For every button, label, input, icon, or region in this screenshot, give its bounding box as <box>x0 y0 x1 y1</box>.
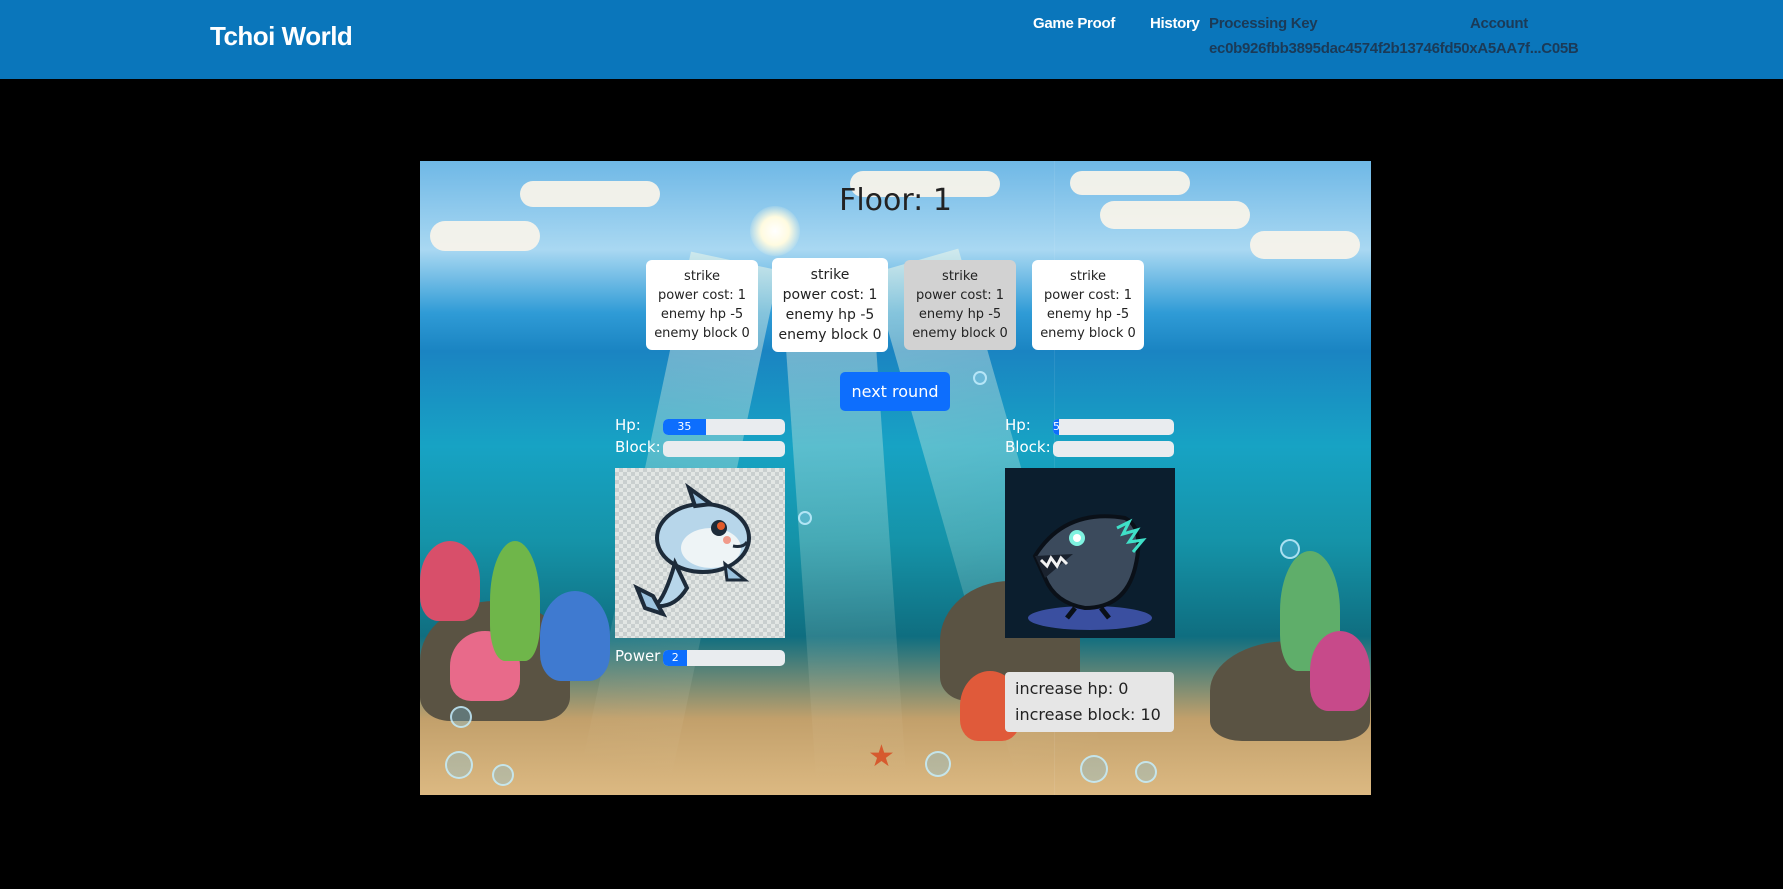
bubble-decoration <box>445 751 473 779</box>
player-power-fill: 2 <box>663 650 688 666</box>
card-name: strike <box>810 267 850 283</box>
card-strike-4[interactable]: strike power cost: 1 enemy hp -5 enemy b… <box>1032 260 1144 350</box>
player-power-bar: 2 <box>663 650 785 666</box>
shark-icon <box>1028 514 1152 630</box>
processing-key-value: ec0b926fbb3895dac4574f2b13746fd50xA5AA7f… <box>1209 40 1579 57</box>
card-name: strike <box>942 269 978 284</box>
coral-decoration <box>420 541 480 621</box>
coral-decoration <box>490 541 540 661</box>
card-power-cost: power cost: 1 <box>657 288 747 303</box>
bubble-decoration <box>1280 539 1300 559</box>
bubble-decoration <box>798 511 812 525</box>
starfish-decoration: ★ <box>868 739 895 774</box>
card-power-cost: power cost: 1 <box>1043 288 1133 303</box>
card-strike-3[interactable]: strike power cost: 1 enemy hp -5 enemy b… <box>904 260 1016 350</box>
nav-account[interactable]: Account <box>1470 15 1528 32</box>
enemy-hp-bar: 5 <box>1053 419 1174 435</box>
card-power-cost: power cost: 1 <box>782 287 878 303</box>
brand-logo[interactable]: Tchoi World <box>210 21 353 52</box>
floor-indicator: Floor: 1 <box>839 183 952 218</box>
cloud-decoration <box>430 221 540 251</box>
card-power-cost: power cost: 1 <box>915 288 1005 303</box>
bubble-decoration <box>450 706 472 728</box>
game-board: ★ Floor: 1 strike power cost: 1 enemy hp… <box>420 161 1371 795</box>
card-enemy-block: enemy block 0 <box>1040 326 1136 341</box>
nav-game-proof[interactable]: Game Proof <box>1033 15 1115 32</box>
card-strike-1[interactable]: strike power cost: 1 enemy hp -5 enemy b… <box>646 260 758 350</box>
card-enemy-hp: enemy hp -5 <box>1046 307 1130 322</box>
player-hp-fill: 35 <box>663 419 706 435</box>
enemy-hp-fill: 5 <box>1053 419 1060 435</box>
intent-increase-hp: increase hp: 0 <box>1015 679 1129 698</box>
bubble-decoration <box>973 371 987 385</box>
cloud-decoration <box>1250 231 1360 259</box>
player-block-bar <box>663 441 785 457</box>
card-enemy-hp: enemy hp -5 <box>918 307 1002 322</box>
player-dolphin-portrait <box>615 468 785 638</box>
coral-decoration <box>540 591 610 681</box>
bubble-decoration <box>1080 755 1108 783</box>
next-round-button[interactable]: next round <box>840 372 950 411</box>
bubble-decoration <box>492 764 514 786</box>
player-power-label: Power <box>615 647 661 665</box>
processing-key-label: Processing Key <box>1209 15 1318 32</box>
dolphin-icon <box>633 482 751 618</box>
top-navbar: Tchoi World Game Proof History Processin… <box>0 0 1783 79</box>
card-enemy-hp: enemy hp -5 <box>785 307 875 323</box>
player-block-label: Block: <box>615 438 661 456</box>
nav-history[interactable]: History <box>1150 15 1200 32</box>
card-name: strike <box>684 269 720 284</box>
player-hp-bar: 35 <box>663 419 785 435</box>
card-enemy-block: enemy block 0 <box>912 326 1008 341</box>
card-name: strike <box>1070 269 1106 284</box>
enemy-block-label: Block: <box>1005 438 1051 456</box>
bubble-decoration <box>925 751 951 777</box>
enemy-shark-portrait <box>1005 468 1175 638</box>
enemy-intent-panel: increase hp: 0 increase block: 10 <box>1005 672 1174 732</box>
card-strike-2[interactable]: strike power cost: 1 enemy hp -5 enemy b… <box>772 258 888 352</box>
card-enemy-block: enemy block 0 <box>778 327 882 343</box>
bubble-decoration <box>1135 761 1157 783</box>
player-hp-label: Hp: <box>615 416 641 434</box>
card-enemy-hp: enemy hp -5 <box>660 307 744 322</box>
card-enemy-block: enemy block 0 <box>654 326 750 341</box>
enemy-hp-label: Hp: <box>1005 416 1031 434</box>
coral-decoration <box>1310 631 1370 711</box>
enemy-block-bar <box>1053 441 1174 457</box>
intent-increase-block: increase block: 10 <box>1015 705 1161 724</box>
